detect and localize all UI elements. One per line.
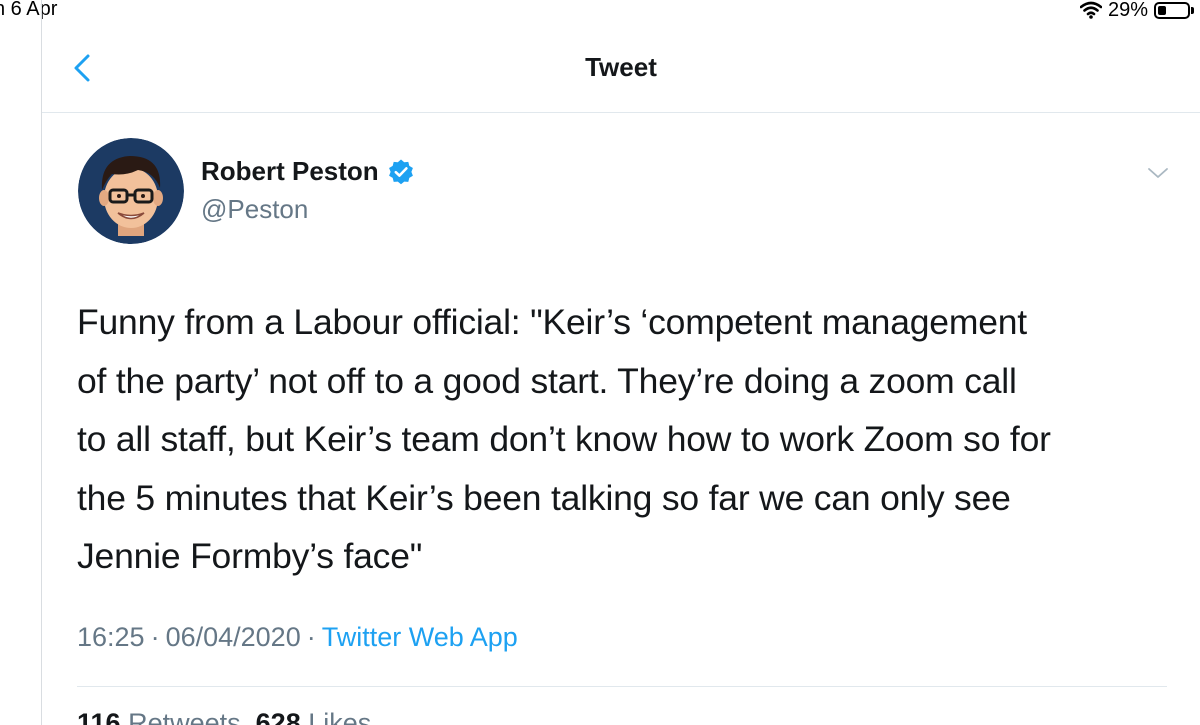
author-name-row[interactable]: Robert Peston [201,156,415,187]
wifi-icon [1079,1,1103,19]
page-title: Tweet [585,52,657,82]
tweet-options-button[interactable] [1146,162,1170,184]
status-date: n 6 Apr [0,0,58,20]
retweets-label: Retweets [128,708,241,725]
meta-separator: · [306,622,316,652]
header-divider [42,112,1200,113]
tweet-text: Funny from a Labour official: "Keir’s ‘c… [77,302,1051,576]
likes-count: 628 [255,708,301,725]
status-indicators: 29% [1079,0,1194,21]
battery-icon [1154,1,1190,19]
avatar-image [78,138,184,244]
avatar[interactable] [78,138,184,244]
likes-stat[interactable]: 628 Likes [256,708,372,725]
tweet-screen: n 6 Apr 29% Tweet Robert Peston @Peston … [0,0,1200,725]
navigation-header: Tweet [42,22,1200,112]
author-handle[interactable]: @Peston [201,194,308,225]
retweets-count: 116 [77,708,121,725]
verified-badge-icon [387,158,415,186]
retweets-stat[interactable]: 116 Retweets [77,708,241,725]
battery-level [1158,5,1166,15]
tweet-source-link[interactable]: Twitter Web App [322,622,518,652]
tweet-time: 16:25 [77,622,145,652]
likes-label: Likes [308,708,372,725]
author-name[interactable]: Robert Peston [201,156,379,187]
chevron-down-icon [1146,168,1170,188]
meta-divider [77,686,1167,687]
tweet-date: 06/04/2020 [165,622,301,652]
tweet-stats: 116 Retweets 628 Likes [77,708,371,725]
tweet-meta: 16:25 · 06/04/2020 · Twitter Web App [77,622,518,653]
battery-percent: 29% [1107,0,1148,21]
battery-tip [1191,6,1194,14]
meta-separator: · [150,622,160,652]
